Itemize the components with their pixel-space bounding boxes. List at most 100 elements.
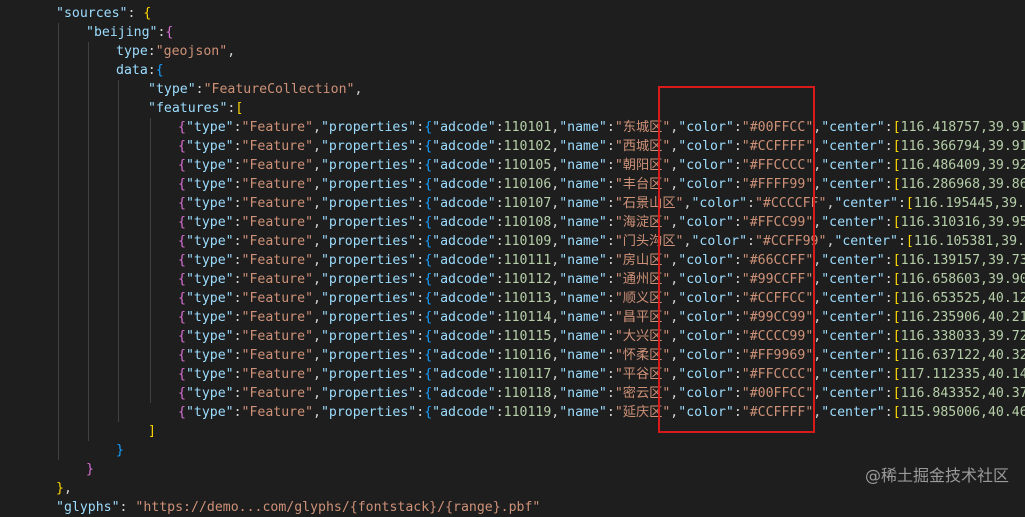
center-value: 116.637122,40.32427 xyxy=(900,348,1025,363)
adcode-value: 110101 xyxy=(503,120,552,135)
adcode-value: 110117 xyxy=(503,367,552,382)
district-name-value: 大兴区 xyxy=(622,329,663,344)
district-name-value: 昌平区 xyxy=(622,310,663,325)
code-token: ] xyxy=(148,424,156,439)
district-name-value: 平谷区 xyxy=(622,367,663,382)
feature-line[interactable]: {"type":"Feature","properties":{"adcode"… xyxy=(178,308,1025,327)
code-line[interactable]: "beijing":{ xyxy=(86,23,173,42)
code-token: "sources" xyxy=(56,6,128,21)
center-value: 116.486409,39.92148 xyxy=(900,158,1025,173)
district-name-value: 延庆区 xyxy=(622,405,663,420)
district-name-value: 西城区 xyxy=(622,139,663,154)
code-line[interactable]: "glyphs": "https://demo...com/glyphs/{fo… xyxy=(56,498,540,517)
adcode-value: 110118 xyxy=(503,386,552,401)
center-value: 116.310316,39.95607 xyxy=(900,215,1025,230)
adcode-value: 110108 xyxy=(503,215,552,230)
code-token: : xyxy=(127,6,144,21)
code-token: "type" xyxy=(148,82,196,97)
adcode-value: 110114 xyxy=(503,310,552,325)
feature-line[interactable]: {"type":"Feature","properties":{"adcode"… xyxy=(178,327,1025,346)
feature-line[interactable]: {"type":"Feature","properties":{"adcode"… xyxy=(178,156,1025,175)
district-name-value: 丰台区 xyxy=(622,177,663,192)
code-token: { xyxy=(155,63,164,78)
feature-line[interactable]: {"type":"Feature","properties":{"adcode"… xyxy=(178,270,1025,289)
code-token: } xyxy=(86,462,94,477)
adcode-value: 110115 xyxy=(503,329,552,344)
adcode-value: 110116 xyxy=(503,348,552,363)
code-line[interactable]: "type":"FeatureCollection", xyxy=(148,80,362,99)
district-name-value: 朝阳区 xyxy=(622,158,663,173)
adcode-value: 110106 xyxy=(503,177,552,192)
feature-line[interactable]: {"type":"Feature","properties":{"adcode"… xyxy=(178,251,1025,270)
indent-guide-line xyxy=(88,42,89,441)
feature-line[interactable]: {"type":"Feature","properties":{"adcode"… xyxy=(178,213,1025,232)
district-name-value: 海淀区 xyxy=(622,215,663,230)
code-token: "FeatureCollection" xyxy=(203,82,355,97)
district-name-value: 密云区 xyxy=(622,386,663,401)
code-token: "features" xyxy=(148,101,228,116)
code-token: : xyxy=(195,82,204,97)
feature-line[interactable]: {"type":"Feature","properties":{"adcode"… xyxy=(178,365,1025,384)
code-line[interactable]: } xyxy=(116,441,124,460)
feature-line[interactable]: {"type":"Feature","properties":{"adcode"… xyxy=(178,346,1025,365)
indent-guide-line xyxy=(118,80,119,422)
code-line[interactable]: "sources": { xyxy=(56,4,151,23)
feature-line[interactable]: {"type":"Feature","properties":{"adcode"… xyxy=(178,289,1025,308)
indent-guide-line xyxy=(150,118,151,403)
center-value: 115.985006,40.46532 xyxy=(900,405,1025,420)
adcode-value: 110109 xyxy=(503,234,552,249)
code-token: type xyxy=(116,44,148,59)
adcode-value: 110119 xyxy=(503,405,552,420)
code-token: [ xyxy=(235,101,244,116)
color-column-highlight-box xyxy=(658,86,815,433)
center-value: 116.105381,39.937 xyxy=(913,234,1025,249)
feature-line[interactable]: {"type":"Feature","properties":{"adcode"… xyxy=(178,118,1025,137)
code-token: : xyxy=(147,44,156,59)
adcode-value: 110113 xyxy=(503,291,552,306)
feature-line[interactable]: {"type":"Feature","properties":{"adcode"… xyxy=(178,137,1025,156)
indent-guide-line xyxy=(58,23,59,460)
code-token: , xyxy=(63,481,72,496)
code-line[interactable]: type:"geojson", xyxy=(116,42,235,61)
center-value: 116.235906,40.21808 xyxy=(900,310,1025,325)
feature-line[interactable]: {"type":"Feature","properties":{"adcode"… xyxy=(178,194,1025,213)
feature-line[interactable]: {"type":"Feature","properties":{"adcode"… xyxy=(178,175,1025,194)
code-token: { xyxy=(165,25,174,40)
adcode-value: 110102 xyxy=(503,139,552,154)
adcode-value: 110112 xyxy=(503,272,552,287)
district-name-value: 东城区 xyxy=(622,120,663,135)
code-line[interactable]: "features":[ xyxy=(148,99,243,118)
center-value: 117.112335,40.14478 xyxy=(900,367,1025,382)
watermark-text: @稀土掘金技术社区 xyxy=(864,466,1009,485)
code-token: } xyxy=(56,481,64,496)
center-value: 116.286968,39.86364 xyxy=(900,177,1025,192)
code-line[interactable]: }, xyxy=(56,479,72,498)
center-value: 116.418757,39.91754 xyxy=(900,120,1025,135)
center-value: 116.338033,39.72890 xyxy=(900,329,1025,344)
code-line[interactable]: ] xyxy=(148,422,156,441)
code-token: "beijing" xyxy=(86,25,158,40)
center-value: 116.139157,39.73553 xyxy=(900,253,1025,268)
adcode-value: 110111 xyxy=(503,253,552,268)
code-token: data xyxy=(116,63,148,78)
center-value: 116.658603,39.90248 xyxy=(900,272,1025,287)
district-name-value: 通州区 xyxy=(622,272,663,287)
center-value: 116.653525,40.12893 xyxy=(900,291,1025,306)
center-value: 116.366794,39.91530 xyxy=(900,139,1025,154)
code-line[interactable]: } xyxy=(86,460,94,479)
feature-line[interactable]: {"type":"Feature","properties":{"adcode"… xyxy=(178,384,1025,403)
code-token: : xyxy=(147,63,156,78)
code-editor[interactable]: "sources": {"beijing":{type:"geojson", da… xyxy=(0,0,1025,515)
feature-line[interactable]: {"type":"Feature","properties":{"adcode"… xyxy=(178,403,1025,422)
district-name-value: 房山区 xyxy=(622,253,663,268)
code-token: : xyxy=(119,500,136,515)
adcode-value: 110107 xyxy=(503,196,552,211)
center-value: 116.843352,40.37736 xyxy=(900,386,1025,401)
feature-line[interactable]: {"type":"Feature","properties":{"adcode"… xyxy=(178,232,1025,251)
code-token: "glyphs" xyxy=(56,500,120,515)
district-name-value: 怀柔区 xyxy=(622,348,663,363)
code-line[interactable]: data:{ xyxy=(116,61,164,80)
code-token: , xyxy=(227,44,236,59)
code-token: "geojson" xyxy=(155,44,228,59)
code-token: { xyxy=(143,6,152,21)
